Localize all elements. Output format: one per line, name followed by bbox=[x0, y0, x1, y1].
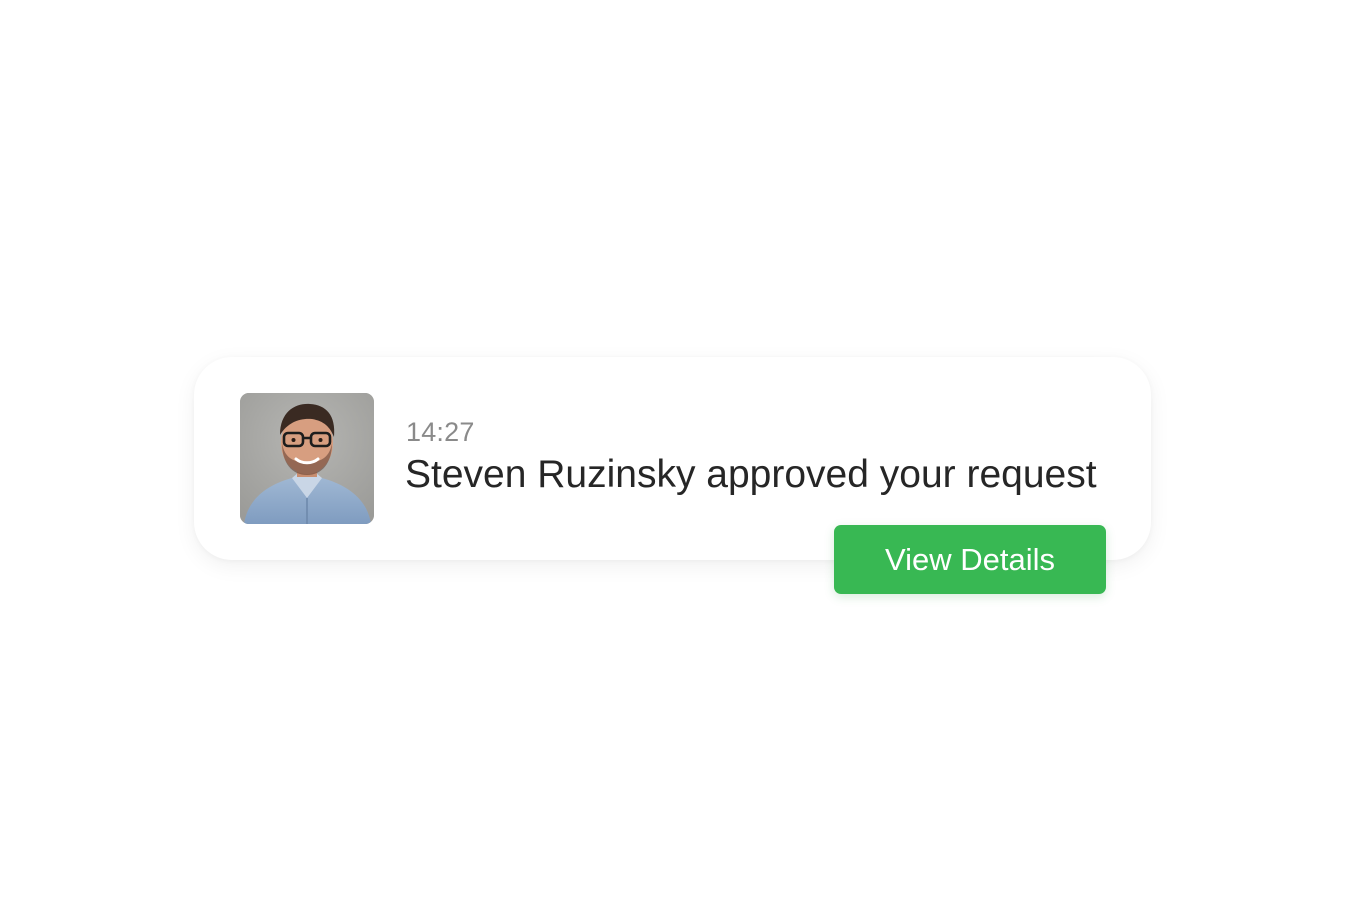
user-avatar-photo-icon bbox=[240, 393, 374, 524]
notification-message: Steven Ruzinsky approved your request bbox=[405, 453, 1097, 496]
view-details-button[interactable]: View Details bbox=[834, 525, 1106, 594]
notification-time: 14:27 bbox=[406, 417, 475, 447]
avatar bbox=[240, 393, 374, 524]
